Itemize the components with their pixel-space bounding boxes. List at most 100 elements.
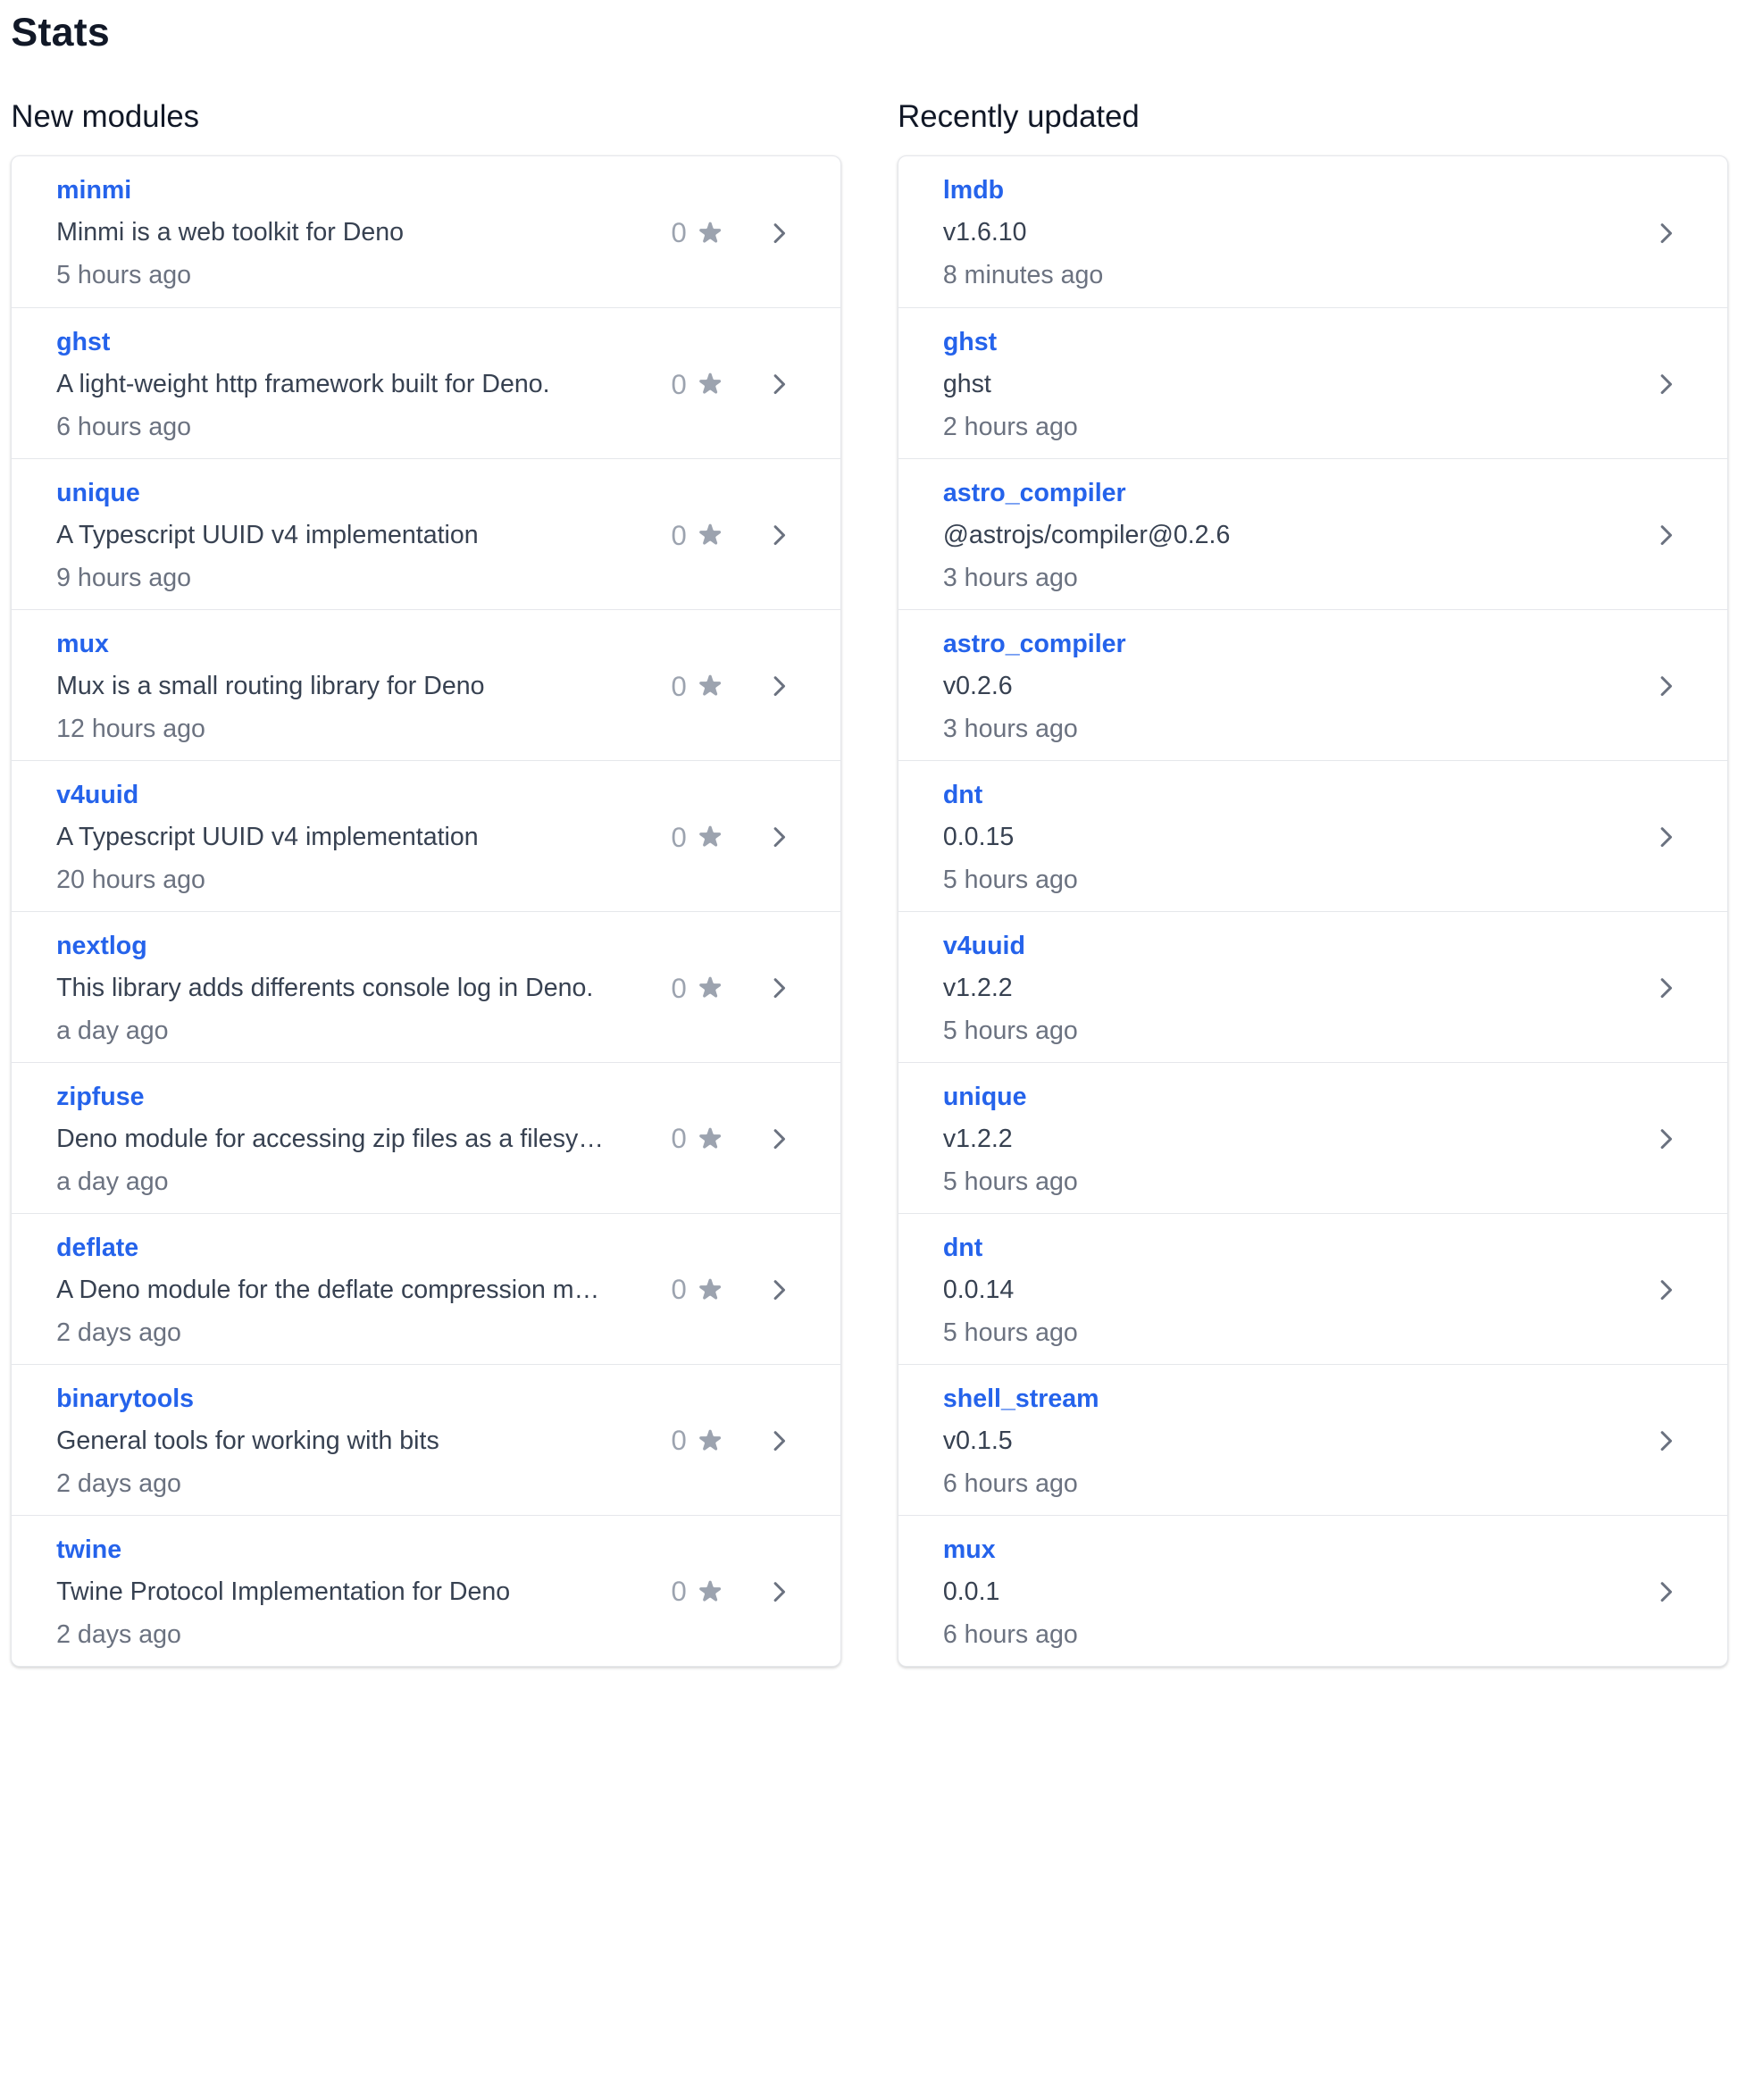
module-description: Minmi is a web toolkit for Deno — [56, 218, 405, 247]
module-name-link[interactable]: unique — [56, 477, 140, 510]
module-time: 6 hours ago — [942, 1620, 1078, 1650]
module-row[interactable]: lmdb v1.6.10 8 minutes ago — [898, 156, 1726, 307]
module-row[interactable]: astro_compiler v0.2.6 3 hours ago — [898, 608, 1727, 760]
module-row[interactable]: twine Twine Protocol Implementation for D… — [12, 1514, 840, 1666]
chevron-right-icon[interactable] — [1651, 521, 1680, 549]
page-title: Stats — [11, 11, 111, 55]
chevron-right-icon[interactable] — [765, 823, 793, 851]
module-row[interactable]: astro_compiler @astrojs/compiler@0.2.6 3 h… — [898, 457, 1727, 609]
module-name-link[interactable]: zipfuse — [56, 1081, 144, 1114]
module-time: 2 days ago — [56, 1318, 181, 1348]
chevron-right-icon[interactable] — [1651, 1426, 1680, 1455]
module-row[interactable]: shell_stream v0.1.5 6 hours ago — [898, 1363, 1727, 1515]
module-name-link[interactable]: unique — [943, 1081, 1027, 1114]
module-row[interactable]: dnt 0.0.14 5 hours ago — [898, 1212, 1727, 1364]
chevron-right-icon[interactable] — [765, 219, 793, 247]
star-icon — [696, 1577, 724, 1606]
module-row[interactable]: unique v1.2.2 5 hours ago — [898, 1061, 1727, 1213]
module-time: 5 hours ago — [942, 1318, 1078, 1348]
module-name-link[interactable]: mux — [943, 1534, 996, 1567]
module-name-link[interactable]: v4uuid — [943, 930, 1025, 963]
star-icon — [696, 219, 724, 247]
module-row[interactable]: nextlog This library adds differents cons… — [12, 910, 840, 1062]
module-version: v1.2.2 — [942, 973, 1013, 1002]
module-row[interactable]: ghst A light-weight http framework built … — [12, 306, 840, 458]
module-row[interactable]: unique A Typescript UUID v4 implementatio… — [12, 457, 840, 609]
module-name-link[interactable]: minmi — [56, 174, 131, 207]
module-description: A Typescript UUID v4 implementation — [56, 822, 479, 851]
chevron-right-icon[interactable] — [1651, 823, 1680, 851]
module-row[interactable]: deflate A Deno module for the deflate com… — [12, 1212, 840, 1364]
module-name-link[interactable]: shell_stream — [943, 1383, 1099, 1416]
module-description: Deno module for accessing zip files as a… — [56, 1124, 604, 1153]
module-row[interactable]: dnt 0.0.15 5 hours ago — [898, 759, 1727, 911]
module-name-link[interactable]: astro_compiler — [943, 477, 1126, 510]
star-icon — [696, 672, 724, 700]
star-count-value: 0 — [671, 821, 687, 853]
module-version: 0.0.15 — [942, 822, 1015, 851]
module-row[interactable]: ghst ghst 2 hours ago — [898, 306, 1727, 458]
chevron-right-icon[interactable] — [765, 521, 793, 549]
module-name-link[interactable]: v4uuid — [56, 779, 138, 812]
module-name-link[interactable]: binarytools — [56, 1383, 194, 1416]
new-modules-list: minmi Minmi is a web toolkit for Deno 5 ho… — [11, 155, 841, 1667]
chevron-right-icon[interactable] — [1651, 1577, 1680, 1606]
module-time: 5 hours ago — [942, 1017, 1078, 1046]
chevron-right-icon[interactable] — [765, 1125, 793, 1153]
star-icon — [696, 1426, 724, 1455]
module-name-link[interactable]: mux — [56, 628, 109, 661]
chevron-right-icon[interactable] — [765, 672, 793, 700]
star-icon — [696, 370, 724, 398]
module-time: 6 hours ago — [56, 413, 191, 442]
module-row[interactable]: zipfuse Deno module for accessing zip fil… — [12, 1061, 840, 1213]
module-version: ghst — [942, 370, 991, 398]
module-name-link[interactable]: deflate — [56, 1232, 138, 1265]
recently-updated-section: Recently updated lmdb v1.6.10 8 minutes ag… — [898, 96, 1728, 1667]
chevron-right-icon[interactable] — [765, 370, 793, 398]
chevron-right-icon[interactable] — [1651, 219, 1680, 247]
module-name-link[interactable]: dnt — [943, 1232, 982, 1265]
module-time: 8 minutes ago — [942, 261, 1104, 290]
module-name-link[interactable]: ghst — [56, 326, 110, 359]
star-count-value: 0 — [671, 1425, 687, 1457]
module-name-link[interactable]: twine — [56, 1534, 121, 1567]
module-row[interactable]: mux 0.0.1 6 hours ago — [898, 1514, 1727, 1666]
module-version: v1.6.10 — [942, 218, 1027, 247]
module-time: 5 hours ago — [56, 261, 191, 290]
module-name-link[interactable]: astro_compiler — [943, 628, 1126, 661]
module-name-link[interactable]: nextlog — [56, 930, 147, 963]
module-time: 3 hours ago — [942, 715, 1078, 744]
star-count: 0 — [671, 216, 724, 249]
module-row[interactable]: v4uuid A Typescript UUID v4 implementatio… — [12, 759, 840, 911]
module-name-link[interactable]: ghst — [943, 326, 997, 359]
module-time: 20 hours ago — [56, 866, 205, 895]
chevron-right-icon[interactable] — [1651, 672, 1680, 700]
module-description: This library adds differents console log… — [56, 973, 594, 1002]
module-row[interactable]: v4uuid v1.2.2 5 hours ago — [898, 910, 1727, 1062]
module-time: 9 hours ago — [56, 564, 191, 593]
chevron-right-icon[interactable] — [765, 1577, 793, 1606]
chevron-right-icon[interactable] — [765, 1426, 793, 1455]
chevron-right-icon[interactable] — [1651, 370, 1680, 398]
chevron-right-icon[interactable] — [765, 974, 793, 1002]
chevron-right-icon[interactable] — [1651, 974, 1680, 1002]
star-count-value: 0 — [671, 1274, 687, 1306]
module-row[interactable]: minmi Minmi is a web toolkit for Deno 5 ho… — [12, 156, 840, 307]
module-version: 0.0.14 — [942, 1275, 1015, 1304]
module-description: A Typescript UUID v4 implementation — [56, 520, 479, 549]
chevron-right-icon[interactable] — [1651, 1125, 1680, 1153]
module-time: 2 hours ago — [942, 413, 1078, 442]
module-version: v0.1.5 — [942, 1426, 1013, 1455]
module-name-link[interactable]: dnt — [943, 779, 982, 812]
module-row[interactable]: binarytools General tools for working wit… — [12, 1363, 840, 1515]
module-description: Mux is a small routing library for Deno — [56, 671, 485, 700]
star-count-value: 0 — [671, 368, 687, 400]
module-name-link[interactable]: lmdb — [943, 174, 1004, 207]
star-icon — [696, 823, 724, 851]
module-row[interactable]: mux Mux is a small routing library for De… — [12, 608, 840, 760]
module-time: 5 hours ago — [942, 1167, 1078, 1197]
module-time: 3 hours ago — [942, 564, 1078, 593]
chevron-right-icon[interactable] — [1651, 1276, 1680, 1304]
stats-page: Stats New modules minmi Minmi is a web to… — [0, 0, 1738, 2100]
chevron-right-icon[interactable] — [765, 1276, 793, 1304]
